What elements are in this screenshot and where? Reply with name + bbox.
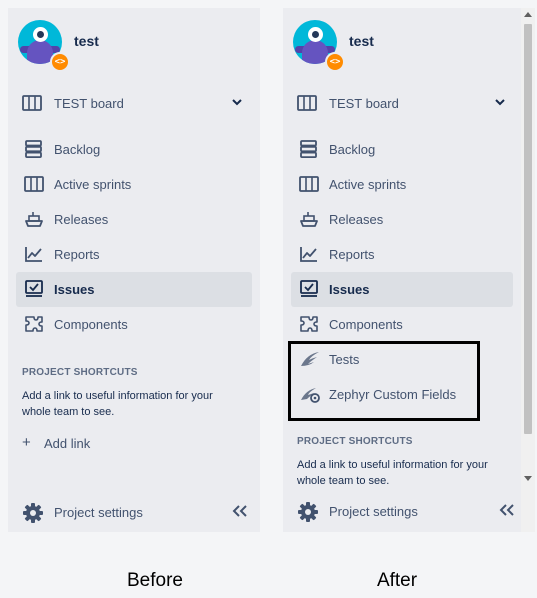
backlog-icon bbox=[300, 140, 317, 158]
board-label: TEST board bbox=[329, 96, 399, 111]
collapse-sidebar-icon[interactable] bbox=[232, 504, 248, 518]
sidebar-item-label: Components bbox=[329, 317, 403, 332]
board-label: TEST board bbox=[54, 96, 124, 111]
project-header[interactable]: <> test bbox=[293, 20, 513, 72]
sidebar-item-releases[interactable]: Releases bbox=[16, 202, 252, 237]
sidebar-item-reports[interactable]: Reports bbox=[291, 237, 513, 272]
software-project-badge-icon: <> bbox=[50, 52, 70, 72]
chevron-down-icon[interactable] bbox=[232, 98, 242, 106]
project-shortcuts-heading: PROJECT SHORTCUTS bbox=[22, 367, 138, 378]
gear-icon[interactable] bbox=[297, 501, 319, 523]
sidebar-item-label: Components bbox=[54, 317, 128, 332]
sidebar-item-releases[interactable]: Releases bbox=[291, 202, 513, 237]
reports-icon bbox=[300, 247, 317, 262]
project-name: test bbox=[74, 33, 99, 49]
issues-icon bbox=[300, 280, 318, 297]
sidebar-scrollbar[interactable] bbox=[521, 8, 535, 532]
sidebar-item-components[interactable]: Components bbox=[291, 307, 513, 342]
sidebar-item-label: Reports bbox=[329, 247, 375, 262]
collapse-sidebar-icon[interactable] bbox=[499, 503, 515, 517]
project-settings-link[interactable]: Project settings bbox=[54, 505, 143, 520]
board-selector[interactable]: TEST board bbox=[291, 90, 527, 118]
sidebar-item-label: Releases bbox=[54, 212, 109, 227]
components-icon bbox=[25, 316, 43, 332]
sidebar-item-backlog[interactable]: Backlog bbox=[16, 132, 252, 167]
sidebar-item-label: Backlog bbox=[54, 142, 101, 157]
releases-icon bbox=[25, 212, 43, 227]
sidebar-item-issues[interactable]: Issues bbox=[16, 272, 252, 307]
sidebar-item-reports[interactable]: Reports bbox=[16, 237, 252, 272]
sidebar-item-label: Issues bbox=[329, 282, 370, 297]
sidebar-after: <> test TEST board Backlog Active sprint… bbox=[283, 8, 535, 532]
components-icon bbox=[300, 316, 318, 332]
backlog-icon bbox=[25, 140, 42, 158]
gear-icon[interactable] bbox=[22, 502, 44, 524]
scroll-down-arrow-icon[interactable] bbox=[524, 476, 532, 481]
sidebar-nav: Backlog Active sprints Releases Reports … bbox=[16, 132, 252, 342]
sidebar-item-issues[interactable]: Issues bbox=[291, 272, 513, 307]
sidebar-item-label: Backlog bbox=[329, 142, 376, 157]
sidebar-item-label: Active sprints bbox=[329, 177, 407, 192]
project-settings-link[interactable]: Project settings bbox=[329, 504, 418, 519]
sidebar-before: <> test TEST board Backlog Active sprint… bbox=[8, 8, 260, 532]
project-shortcuts-description: Add a link to useful information for you… bbox=[297, 459, 488, 487]
caption-after: After bbox=[376, 570, 418, 591]
sidebar-item-label: Active sprints bbox=[54, 177, 132, 192]
project-settings-row: Project settings bbox=[297, 499, 519, 523]
add-link-button[interactable]: + Add link bbox=[22, 434, 172, 455]
scrollbar-thumb[interactable] bbox=[524, 24, 532, 434]
project-shortcuts-heading: PROJECT SHORTCUTS bbox=[297, 436, 413, 447]
chevron-down-icon[interactable] bbox=[495, 98, 505, 106]
project-shortcuts-description: Add a link to useful information for you… bbox=[22, 390, 213, 418]
sidebar-item-backlog[interactable]: Backlog bbox=[291, 132, 513, 167]
project-name: test bbox=[349, 33, 374, 49]
board-selector[interactable]: TEST board bbox=[16, 90, 252, 118]
software-project-badge-icon: <> bbox=[325, 52, 345, 72]
add-link-label: Add link bbox=[44, 436, 91, 451]
sidebar-item-label: Reports bbox=[54, 247, 100, 262]
zephyr-highlight-box bbox=[288, 341, 480, 421]
sidebar-item-active-sprints[interactable]: Active sprints bbox=[291, 167, 513, 202]
sidebar-item-components[interactable]: Components bbox=[16, 307, 252, 342]
board-icon bbox=[297, 95, 317, 111]
scroll-up-arrow-icon[interactable] bbox=[524, 12, 532, 17]
sidebar-item-label: Releases bbox=[329, 212, 384, 227]
reports-icon bbox=[25, 247, 42, 262]
active-sprints-icon bbox=[24, 176, 44, 192]
board-icon bbox=[22, 95, 42, 111]
sidebar-item-label: Issues bbox=[54, 282, 95, 297]
plus-icon: + bbox=[22, 434, 31, 451]
caption-before: Before bbox=[127, 570, 183, 591]
project-settings-row: Project settings bbox=[22, 500, 252, 524]
project-header[interactable]: <> test bbox=[18, 20, 238, 72]
sidebar-item-active-sprints[interactable]: Active sprints bbox=[16, 167, 252, 202]
active-sprints-icon bbox=[299, 176, 319, 192]
releases-icon bbox=[300, 212, 318, 227]
issues-icon bbox=[25, 280, 43, 297]
